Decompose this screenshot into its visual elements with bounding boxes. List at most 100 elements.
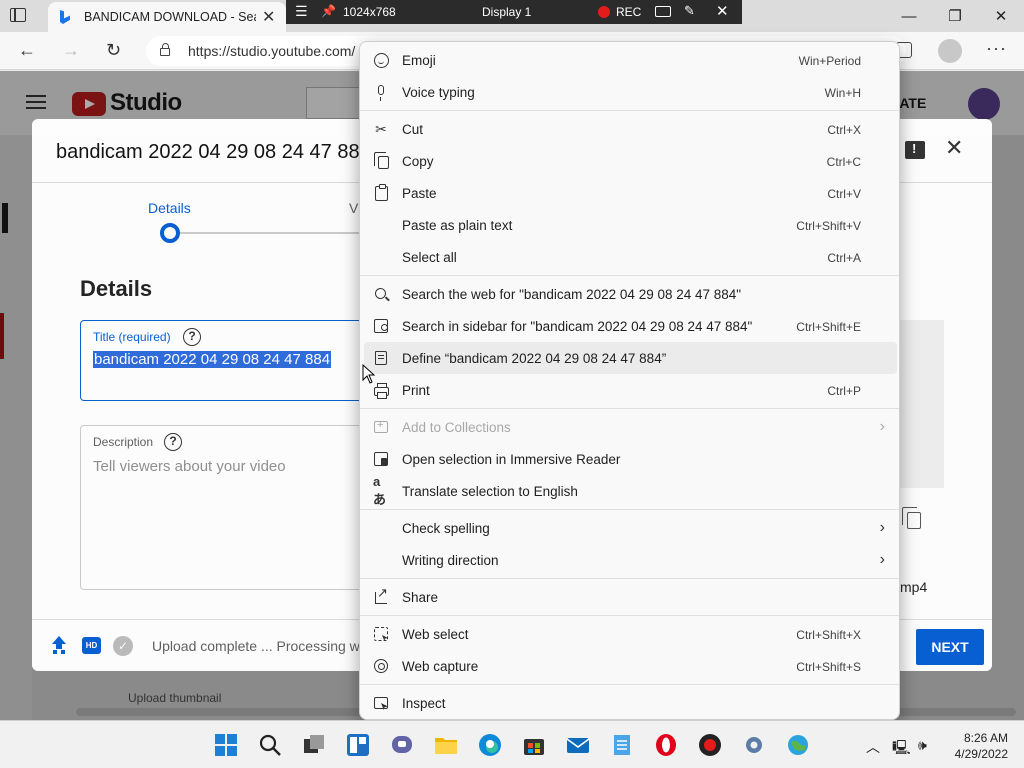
menu-item-label: Open selection in Immersive Reader [402, 452, 621, 467]
teams-chat-icon[interactable] [390, 733, 414, 757]
notepad-icon[interactable] [610, 733, 634, 757]
bandicam-menu-icon[interactable]: ☰ [295, 3, 308, 20]
menu-item-writing-direction[interactable]: Writing direction › [360, 544, 901, 576]
menu-item-web-capture[interactable]: Web capture Ctrl+Shift+S [360, 650, 901, 682]
menu-item-search-web[interactable]: Search the web for "bandicam 2022 04 29 … [360, 278, 901, 310]
tab-close-icon[interactable]: ✕ [262, 7, 275, 27]
search-icon[interactable] [258, 733, 282, 757]
bandicam-app-icon[interactable] [698, 733, 722, 757]
rec-label[interactable]: REC [616, 5, 641, 19]
menu-item-web-select[interactable]: Web select Ctrl+Shift+X [360, 618, 901, 650]
menu-item-shortcut: Ctrl+P [827, 384, 861, 398]
paste-icon [374, 183, 388, 201]
description-placeholder[interactable]: Tell viewers about your video [93, 458, 286, 475]
submenu-chevron-icon: › [879, 519, 885, 536]
settings-gear-icon[interactable] [742, 733, 766, 757]
menu-separator [360, 275, 899, 276]
studio-logo-text[interactable]: Studio [110, 89, 182, 117]
menu-item-share[interactable]: Share [360, 581, 901, 613]
feedback-icon[interactable] [905, 141, 925, 159]
tab-title: BANDICAM DOWNLOAD - Search [84, 10, 256, 24]
menu-item-search-sidebar[interactable]: Search in sidebar for "bandicam 2022 04 … [360, 310, 901, 342]
step-details-label[interactable]: Details [148, 200, 191, 216]
menu-item-select-all[interactable]: Select all Ctrl+A [360, 241, 901, 273]
opera-browser-icon[interactable] [654, 733, 678, 757]
more-options-icon[interactable]: ··· [986, 38, 1007, 59]
back-arrow-icon[interactable]: ← [18, 40, 36, 61]
description-field[interactable]: Description ? Tell viewers about your vi… [80, 425, 370, 590]
hamburger-menu-icon[interactable] [26, 95, 46, 109]
pin-icon[interactable]: 📌 [321, 4, 336, 18]
menu-item-immersive-reader[interactable]: Open selection in Immersive Reader [360, 443, 901, 475]
screenshot-camera-icon[interactable] [655, 6, 671, 17]
stepper-dot-details[interactable] [160, 223, 180, 243]
context-menu: Emoji Win+Period Voice typing Win+H ✂ Cu… [359, 41, 900, 720]
step-next-label[interactable]: V [349, 200, 358, 216]
copy-link-icon[interactable] [902, 507, 921, 529]
menu-item-label: Copy [402, 154, 434, 169]
taskbar-clock[interactable]: 8:26 AM 4/29/2022 [948, 730, 1008, 762]
next-button[interactable]: NEXT [916, 629, 984, 665]
bandicam-resolution: 1024x768 [343, 5, 396, 19]
tab-actions-icon[interactable] [10, 8, 26, 22]
tray-chevron-up-icon[interactable]: ︿ [866, 737, 880, 757]
microsoft-store-icon[interactable] [522, 733, 546, 757]
menu-item-cut[interactable]: ✂ Cut Ctrl+X [360, 113, 901, 145]
menu-item-translate[interactable]: aあ Translate selection to English [360, 474, 901, 507]
menu-item-label: Web capture [402, 659, 479, 674]
title-field-value[interactable]: bandicam 2022 04 29 08 24 47 884 [93, 351, 332, 368]
translate-icon: aあ [373, 474, 386, 507]
minimize-button[interactable]: — [886, 0, 932, 32]
bandicam-display[interactable]: Display 1 [482, 5, 531, 19]
menu-item-paste-plain[interactable]: Paste as plain text Ctrl+Shift+V [360, 209, 901, 241]
edge-browser-icon[interactable] [478, 733, 502, 757]
channel-avatar[interactable] [968, 88, 1000, 120]
menu-separator [360, 684, 899, 685]
record-icon[interactable] [598, 6, 610, 18]
menu-item-label: Inspect [402, 696, 446, 711]
studio-search-box[interactable] [306, 87, 366, 119]
mail-icon[interactable] [566, 733, 590, 757]
sidebar-item[interactable] [2, 203, 8, 233]
browser-tab[interactable]: BANDICAM DOWNLOAD - Search ✕ [48, 2, 286, 32]
menu-item-paste[interactable]: Paste Ctrl+V [360, 177, 901, 209]
menu-item-check-spelling[interactable]: Check spelling › [360, 512, 901, 544]
sidebar-active-indicator [0, 313, 4, 359]
menu-item-copy[interactable]: Copy Ctrl+C [360, 145, 901, 177]
emoji-icon [373, 52, 389, 68]
refresh-icon[interactable]: ↻ [106, 40, 121, 61]
close-window-button[interactable]: ✕ [978, 0, 1024, 32]
file-explorer-icon[interactable] [434, 733, 458, 757]
profile-avatar-icon[interactable] [938, 39, 962, 63]
url-text[interactable]: https://studio.youtube.com/ [188, 43, 355, 59]
tray-network-icon[interactable]: 🖳 [892, 737, 911, 761]
task-view-icon[interactable] [302, 733, 326, 757]
lock-icon[interactable] [160, 43, 170, 56]
mouse-cursor-icon [362, 364, 376, 384]
microphone-icon [378, 85, 384, 101]
menu-item-print[interactable]: Print Ctrl+P [360, 374, 901, 406]
tray-volume-icon[interactable]: 🕪 [918, 737, 927, 754]
menu-item-label: Web select [402, 627, 469, 642]
menu-item-label: Check spelling [402, 521, 490, 536]
draw-pencil-icon[interactable]: ✎ [684, 3, 695, 19]
youtube-logo-icon[interactable] [72, 92, 106, 116]
menu-item-emoji[interactable]: Emoji Win+Period [360, 44, 901, 76]
menu-item-shortcut: Ctrl+Shift+X [796, 628, 861, 642]
upload-thumbnail-label[interactable]: Upload thumbnail [128, 691, 221, 705]
menu-item-inspect[interactable]: Inspect [360, 687, 901, 719]
title-field[interactable]: Title (required) ? bandicam 2022 04 29 0… [80, 320, 370, 401]
bandicam-close-icon[interactable]: ✕ [716, 2, 729, 20]
menu-item-label: Voice typing [402, 85, 475, 100]
network-globe-icon[interactable] [786, 733, 810, 757]
maximize-button[interactable]: ❐ [932, 0, 978, 32]
dialog-close-icon[interactable]: ✕ [945, 135, 963, 161]
windows-start-icon[interactable] [214, 733, 238, 757]
widgets-icon[interactable] [346, 733, 370, 757]
menu-item-define[interactable]: Define “bandicam 2022 04 29 08 24 47 884… [364, 342, 897, 374]
menu-item-voice-typing[interactable]: Voice typing Win+H [360, 76, 901, 108]
forward-arrow-icon[interactable]: → [62, 40, 80, 61]
help-icon[interactable]: ? [183, 328, 201, 346]
dictionary-icon [375, 351, 387, 365]
help-icon[interactable]: ? [164, 433, 182, 451]
